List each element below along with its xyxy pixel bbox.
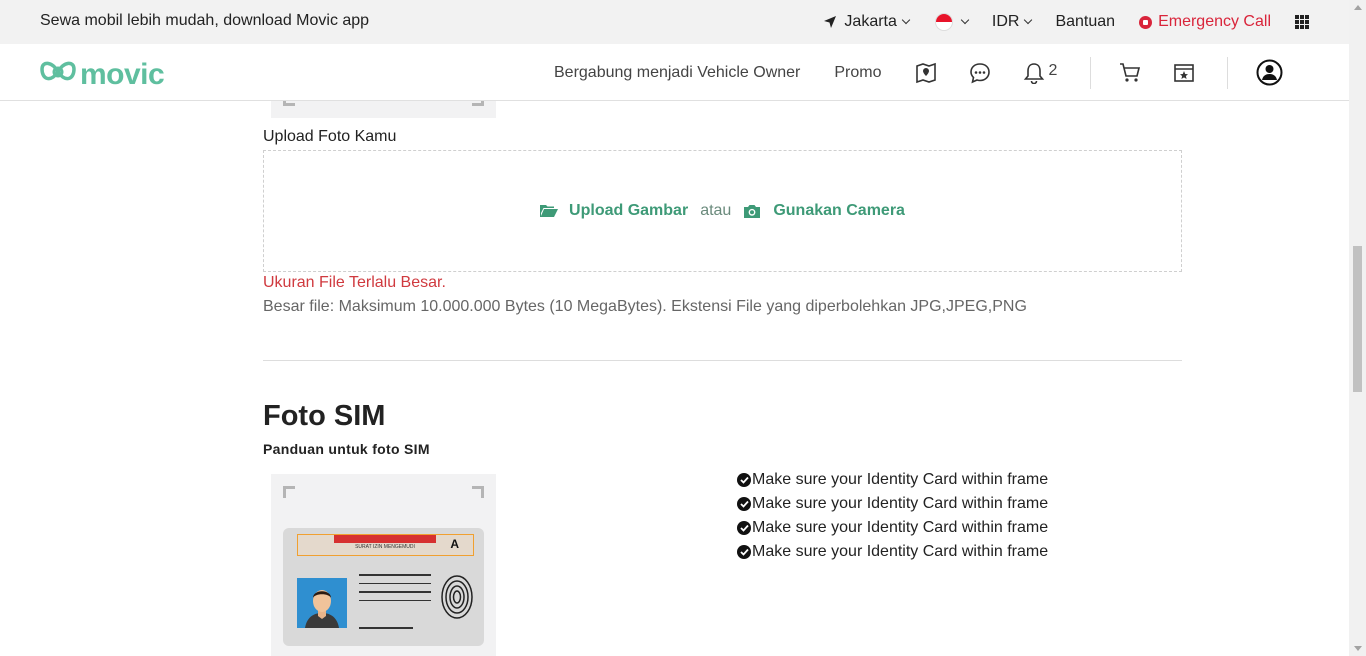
camera-icon bbox=[743, 204, 761, 219]
user-avatar-icon[interactable] bbox=[1256, 59, 1283, 86]
join-vehicle-owner-link[interactable]: Bergabung menjadi Vehicle Owner bbox=[554, 64, 800, 82]
list-item: Make sure your Identity Card within fram… bbox=[737, 516, 1048, 540]
app-download-promo[interactable]: Sewa mobil lebih mudah, download Movic a… bbox=[40, 12, 369, 30]
notification-count: 2 bbox=[1048, 61, 1058, 79]
apps-grid-icon[interactable] bbox=[1295, 15, 1309, 29]
use-camera-label: Gunakan Camera bbox=[773, 202, 905, 219]
use-camera-button[interactable]: Gunakan Camera bbox=[743, 202, 905, 220]
indonesia-flag-icon bbox=[934, 13, 953, 31]
promo-link[interactable]: Promo bbox=[834, 64, 881, 82]
sim-card-illustration: SURAT IZIN MENGEMUDI A bbox=[283, 528, 484, 646]
upload-photo-label: Upload Foto Kamu bbox=[263, 128, 397, 145]
frame-corner bbox=[472, 486, 484, 498]
chevron-down-icon bbox=[1024, 15, 1033, 25]
list-item: Make sure your Identity Card within fram… bbox=[737, 492, 1048, 516]
sim-card-header-box: SURAT IZIN MENGEMUDI A bbox=[297, 534, 474, 556]
sim-card-text-lines bbox=[359, 574, 431, 629]
chevron-down-icon bbox=[901, 15, 911, 25]
currency-selector[interactable]: IDR bbox=[991, 13, 1033, 31]
photo-upload-dropzone[interactable]: Upload Gambar atau Gunakan Camera bbox=[263, 150, 1182, 272]
notification-bell-icon[interactable] bbox=[1023, 62, 1045, 84]
sim-card-red-stripe bbox=[334, 535, 436, 543]
main-navbar: movic Bergabung menjadi Vehicle Owner Pr… bbox=[0, 44, 1349, 101]
logo-wordmark: movic bbox=[80, 57, 165, 91]
tip-text: Make sure your Identity Card within fram… bbox=[752, 543, 1049, 560]
cart-icon[interactable] bbox=[1119, 62, 1141, 84]
location-selector[interactable]: Jakarta bbox=[823, 13, 911, 31]
nav-actions: Bergabung menjadi Vehicle Owner Promo 2 bbox=[554, 44, 1283, 101]
sim-example-frame: SURAT IZIN MENGEMUDI A bbox=[271, 474, 496, 656]
file-size-error: Ukuran File Terlalu Besar. bbox=[263, 274, 446, 291]
map-location-icon[interactable] bbox=[915, 62, 937, 84]
upload-image-label: Upload Gambar bbox=[569, 202, 689, 219]
location-label: Jakarta bbox=[844, 13, 897, 30]
bookmark-star-icon[interactable] bbox=[1173, 62, 1195, 84]
page-scrollbar[interactable] bbox=[1349, 0, 1366, 656]
navigation-arrow-icon bbox=[823, 15, 837, 29]
folder-open-icon bbox=[540, 204, 559, 218]
check-circle-icon bbox=[737, 497, 751, 511]
help-link[interactable]: Bantuan bbox=[1055, 13, 1115, 31]
sim-section-subtitle: Panduan untuk foto SIM bbox=[263, 441, 430, 457]
tip-text: Make sure your Identity Card within fram… bbox=[752, 471, 1049, 488]
top-bar-actions: Jakarta IDR Bantuan Emergency Call bbox=[823, 0, 1309, 44]
sim-card-photo bbox=[297, 578, 347, 628]
check-circle-icon bbox=[737, 521, 751, 535]
top-bar: Sewa mobil lebih mudah, download Movic a… bbox=[0, 0, 1349, 44]
list-item: Make sure your Identity Card within fram… bbox=[737, 468, 1048, 492]
currency-label: IDR bbox=[991, 13, 1020, 30]
section-divider bbox=[263, 360, 1182, 361]
tip-text: Make sure your Identity Card within fram… bbox=[752, 519, 1049, 536]
nav-divider bbox=[1090, 56, 1092, 89]
frame-corner bbox=[283, 486, 295, 498]
movic-logo[interactable]: movic bbox=[40, 57, 165, 92]
tip-text: Make sure your Identity Card within fram… bbox=[752, 495, 1049, 512]
sim-section-title: Foto SIM bbox=[263, 400, 386, 432]
emergency-call-button[interactable]: Emergency Call bbox=[1139, 13, 1271, 31]
list-item: Make sure your Identity Card within fram… bbox=[737, 540, 1048, 564]
movic-logo-icon bbox=[40, 57, 76, 92]
check-circle-icon bbox=[737, 545, 751, 559]
scroll-down-arrow-icon[interactable] bbox=[1354, 646, 1362, 651]
sim-card-class: A bbox=[450, 537, 459, 551]
or-separator: atau bbox=[700, 202, 732, 219]
emergency-icon bbox=[1139, 15, 1153, 29]
scroll-up-arrow-icon[interactable] bbox=[1354, 5, 1362, 10]
sim-card-header-text: SURAT IZIN MENGEMUDI bbox=[355, 544, 415, 550]
chat-icon[interactable] bbox=[969, 62, 991, 84]
check-circle-icon bbox=[737, 473, 751, 487]
emergency-call-label: Emergency Call bbox=[1158, 13, 1271, 30]
file-size-hint: Besar file: Maksimum 10.000.000 Bytes (1… bbox=[263, 298, 1027, 315]
fingerprint-icon bbox=[440, 574, 474, 625]
upload-image-button[interactable]: Upload Gambar bbox=[540, 202, 688, 220]
sim-photo-tips: Make sure your Identity Card within fram… bbox=[737, 468, 1048, 564]
scrollbar-thumb[interactable] bbox=[1353, 246, 1362, 392]
language-selector[interactable] bbox=[934, 13, 970, 31]
chevron-down-icon bbox=[960, 15, 970, 25]
nav-divider bbox=[1227, 56, 1229, 89]
